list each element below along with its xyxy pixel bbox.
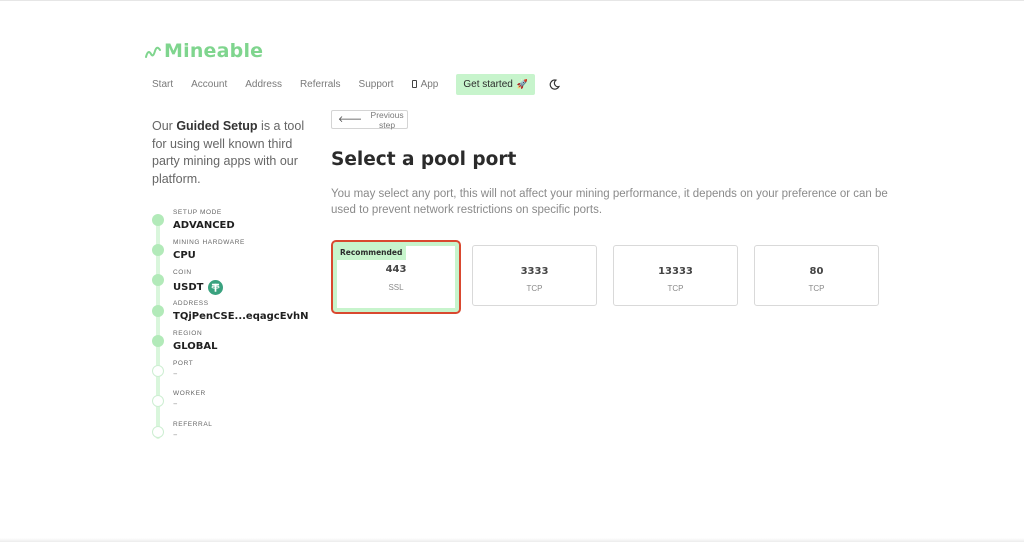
page-description: You may select any port, this will not a… xyxy=(331,188,888,216)
port-protocol: TCP xyxy=(667,284,684,293)
step-label: PORT xyxy=(173,360,194,367)
moon-icon[interactable] xyxy=(549,78,561,90)
port-number: 80 xyxy=(809,266,824,277)
tether-icon xyxy=(208,280,224,295)
step-value: GLOBAL xyxy=(173,341,218,352)
top-border xyxy=(0,0,1024,1)
port-number: 3333 xyxy=(520,266,549,277)
logo-mark-icon xyxy=(145,46,161,58)
phone-icon xyxy=(411,80,417,88)
page-title: Select a pool port xyxy=(331,149,517,170)
step-label: WORKER xyxy=(173,390,206,397)
bottom-shadow xyxy=(0,538,1024,542)
port-protocol: TCP xyxy=(808,284,825,293)
step-value: CPU xyxy=(173,250,196,261)
step-dot xyxy=(152,395,164,407)
coin-name: USDT xyxy=(173,282,204,293)
step-value: – xyxy=(173,399,178,409)
get-started-button[interactable]: Get started 🚀 xyxy=(456,73,536,95)
step-value-coin: USDT xyxy=(173,280,224,295)
port-option-80[interactable]: 80 TCP xyxy=(754,245,879,306)
step-label: ADDRESS xyxy=(173,300,209,307)
step-label: REFERRAL xyxy=(173,421,213,428)
port-option-13333[interactable]: 13333 TCP xyxy=(613,245,738,306)
intro-bold: Guided Setup xyxy=(176,119,258,133)
step-dot xyxy=(152,214,164,226)
port-option-443[interactable]: Recommended 443 SSL xyxy=(331,240,461,314)
step-dot xyxy=(152,426,164,438)
port-number: 443 xyxy=(385,264,407,275)
nav-link-app[interactable]: App xyxy=(411,78,439,90)
nav-link-start[interactable]: Start xyxy=(152,79,173,90)
get-started-label: Get started xyxy=(463,78,513,90)
nav-link-support[interactable]: Support xyxy=(359,79,394,90)
step-dot xyxy=(152,335,164,347)
port-protocol: SSL xyxy=(388,283,404,292)
intro-text: Our Guided Setup is a tool for using wel… xyxy=(152,118,308,188)
port-protocol: TCP xyxy=(526,284,543,293)
previous-step-button[interactable]: 🡐 Previous step xyxy=(331,109,408,130)
brand-name: Mineable xyxy=(164,40,264,62)
step-label: COIN xyxy=(173,269,192,276)
recommended-badge: Recommended xyxy=(337,246,407,260)
nav-app-label: App xyxy=(420,78,439,90)
logo[interactable]: Mineable xyxy=(145,40,263,62)
previous-step-label: Previous step xyxy=(370,109,404,130)
nav-link-account[interactable]: Account xyxy=(191,79,227,90)
nav-link-referrals[interactable]: Referrals xyxy=(300,79,341,90)
step-label: SETUP MODE xyxy=(173,209,222,216)
step-value: TQjPenCSE...eqagcEvhN xyxy=(173,311,309,322)
step-dot xyxy=(152,244,164,256)
step-label: REGION xyxy=(173,330,203,337)
step-dot xyxy=(152,274,164,286)
step-dot xyxy=(152,305,164,317)
rocket-icon: 🚀 xyxy=(516,78,529,89)
step-dot xyxy=(152,365,164,377)
step-value: ADVANCED xyxy=(173,220,235,231)
intro-prefix: Our xyxy=(152,119,177,133)
nav-link-address[interactable]: Address xyxy=(245,79,282,90)
port-number: 13333 xyxy=(658,266,693,277)
arrow-left-icon: 🡐 xyxy=(338,114,363,124)
top-nav: Start Account Address Referrals Support … xyxy=(152,73,561,95)
port-option-3333[interactable]: 3333 TCP xyxy=(472,245,597,306)
step-value: – xyxy=(173,430,178,440)
step-label: MINING HARDWARE xyxy=(173,239,245,246)
step-value: – xyxy=(173,369,178,379)
setup-steps: SETUP MODE ADVANCED MINING HARDWARE CPU … xyxy=(152,205,322,445)
